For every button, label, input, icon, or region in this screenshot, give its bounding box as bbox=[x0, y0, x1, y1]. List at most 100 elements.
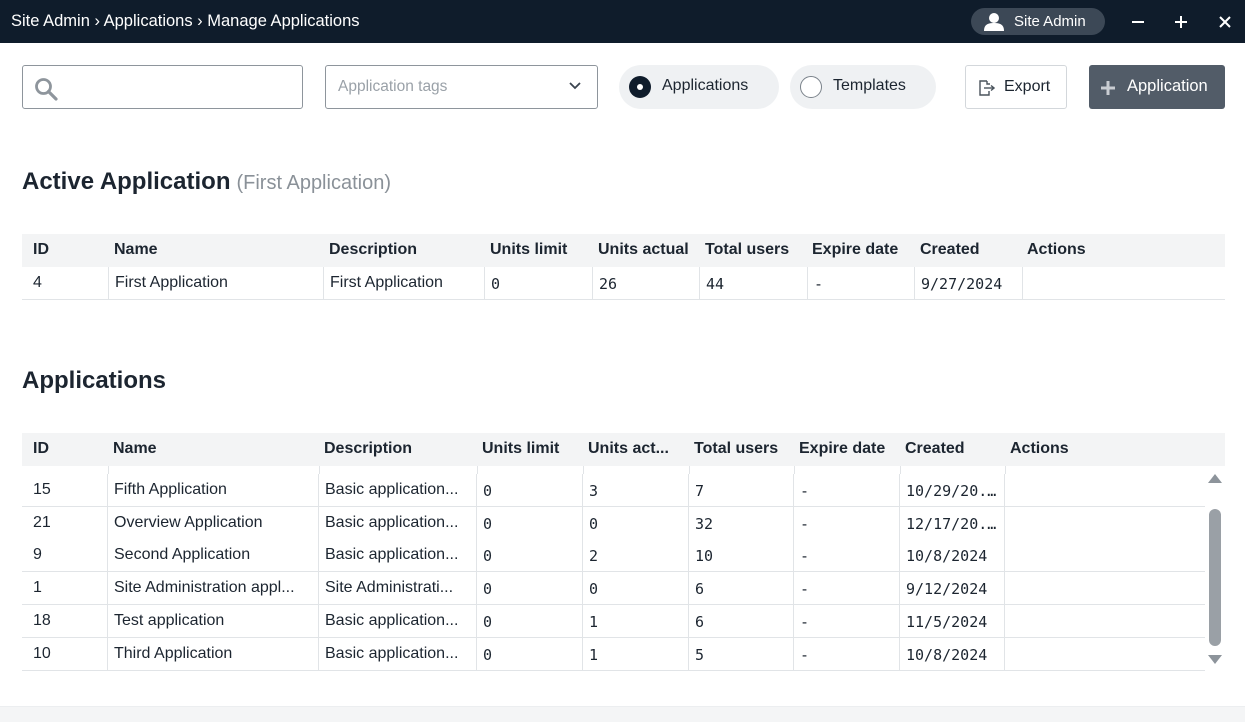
cell-id: 18 bbox=[33, 612, 51, 629]
cell-actions[interactable] bbox=[1004, 605, 1205, 637]
cell-actions[interactable] bbox=[1004, 474, 1205, 506]
table-row[interactable]: 18 Test application Basic application... 0 1… bbox=[22, 605, 1205, 638]
cell-created: 12/17/20... bbox=[899, 507, 1004, 539]
applications-table-header: ID Name Description Units limit Units ac… bbox=[22, 433, 1225, 466]
minimize-icon bbox=[1132, 21, 1144, 23]
column-header[interactable]: Expire date bbox=[812, 241, 898, 259]
radio-applications[interactable]: Applications bbox=[619, 65, 779, 109]
search-icon bbox=[35, 78, 58, 101]
column-header[interactable]: Total users bbox=[705, 241, 789, 259]
cell-name: Third Application bbox=[107, 638, 318, 670]
table-row[interactable]: 21 Overview Application Basic application.… bbox=[22, 507, 1205, 540]
cell-total-users: 32 bbox=[688, 507, 793, 539]
search-input[interactable] bbox=[71, 72, 296, 102]
user-icon bbox=[984, 13, 1004, 31]
cell-expire-date: - bbox=[793, 539, 899, 571]
cell-actions[interactable] bbox=[1004, 539, 1205, 571]
user-menu-button[interactable]: Site Admin bbox=[971, 8, 1105, 35]
close-button[interactable] bbox=[1212, 9, 1238, 35]
minimize-button[interactable] bbox=[1125, 9, 1151, 35]
table-row[interactable]: 4 First Application First Application 0 … bbox=[22, 267, 1225, 300]
column-header[interactable]: Units actual bbox=[598, 241, 689, 259]
column-header[interactable]: Description bbox=[324, 440, 412, 458]
column-header[interactable]: Created bbox=[905, 440, 965, 458]
close-icon bbox=[1219, 16, 1231, 28]
cell-units-actual: 0 bbox=[582, 572, 688, 604]
table-row[interactable]: 9 Second Application Basic application... 0… bbox=[22, 539, 1205, 572]
active-table-header: ID Name Description Units limit Units ac… bbox=[22, 234, 1225, 267]
cell-expire-date: - bbox=[793, 474, 899, 506]
cell-name: Test application bbox=[107, 605, 318, 637]
cell-units-limit: 0 bbox=[476, 474, 582, 506]
cell-created: 9/27/2024 bbox=[914, 267, 1022, 299]
cell-name: Fifth Application bbox=[107, 474, 318, 506]
radio-templates-label: Templates bbox=[833, 77, 906, 94]
cell-units-limit: 0 bbox=[476, 507, 582, 539]
column-header[interactable]: Units limit bbox=[490, 241, 567, 259]
column-header[interactable]: Name bbox=[113, 440, 157, 458]
active-application-title: Active Application bbox=[22, 168, 231, 195]
cell-units-limit: 0 bbox=[476, 539, 582, 571]
cell-total-users: 5 bbox=[688, 638, 793, 670]
breadcrumb: Site Admin › Applications › Manage Appli… bbox=[11, 12, 360, 30]
add-application-label: Application bbox=[1127, 77, 1208, 95]
cell-units-limit: 0 bbox=[476, 638, 582, 670]
scroll-up-arrow-icon[interactable] bbox=[1208, 474, 1222, 483]
applications-heading: Applications bbox=[22, 367, 167, 394]
column-header[interactable]: Name bbox=[114, 241, 158, 259]
cell-created: 9/12/2024 bbox=[899, 572, 1004, 604]
cell-id: 9 bbox=[33, 546, 42, 563]
add-application-button[interactable]: Application bbox=[1089, 65, 1225, 109]
table-row[interactable]: 10 Third Application Basic application... 0… bbox=[22, 638, 1205, 671]
radio-selected-icon bbox=[629, 76, 651, 98]
cell-actions[interactable] bbox=[1022, 267, 1225, 299]
active-application-subtitle: (First Application) bbox=[236, 172, 391, 194]
column-header[interactable]: Total users bbox=[694, 440, 778, 458]
column-header[interactable]: Created bbox=[920, 241, 980, 259]
cell-actions[interactable] bbox=[1004, 572, 1205, 604]
maximize-button[interactable] bbox=[1168, 9, 1194, 35]
application-tags-dropdown[interactable]: Application tags bbox=[325, 65, 598, 109]
radio-templates[interactable]: Templates bbox=[790, 65, 936, 109]
cell-total-users: 6 bbox=[688, 605, 793, 637]
tags-placeholder: Application tags bbox=[338, 78, 448, 95]
cell-actions[interactable] bbox=[1004, 507, 1205, 539]
cell-total-users: 10 bbox=[688, 539, 793, 571]
column-header[interactable]: ID bbox=[33, 440, 49, 458]
scrollbar-thumb[interactable] bbox=[1209, 509, 1221, 646]
cell-total-users: 6 bbox=[688, 572, 793, 604]
cell-created: 10/8/2024 bbox=[899, 539, 1004, 571]
cell-id: 4 bbox=[33, 274, 42, 291]
cell-created: 10/29/20... bbox=[899, 474, 1004, 506]
cell-description: Site Administrati... bbox=[318, 572, 476, 604]
table-row[interactable]: 15 Fifth Application Basic application... 0… bbox=[22, 474, 1205, 507]
column-header[interactable]: Actions bbox=[1027, 241, 1086, 259]
cell-expire-date: - bbox=[793, 572, 899, 604]
plus-icon bbox=[1101, 81, 1115, 95]
cell-units-actual: 1 bbox=[582, 605, 688, 637]
cell-units-actual: 1 bbox=[582, 638, 688, 670]
cell-units-limit: 0 bbox=[484, 267, 592, 299]
cell-description: Basic application... bbox=[318, 605, 476, 637]
column-header[interactable]: Actions bbox=[1010, 440, 1069, 458]
scroll-down-arrow-icon[interactable] bbox=[1208, 655, 1222, 664]
column-header[interactable]: Units act... bbox=[588, 440, 669, 458]
cell-id: 1 bbox=[33, 579, 42, 596]
radio-applications-label: Applications bbox=[662, 77, 749, 94]
cell-expire-date: - bbox=[793, 507, 899, 539]
cell-units-actual: 3 bbox=[582, 474, 688, 506]
column-header[interactable]: ID bbox=[33, 241, 49, 259]
cell-actions[interactable] bbox=[1004, 638, 1205, 670]
cell-units-limit: 0 bbox=[476, 605, 582, 637]
export-button[interactable]: Export bbox=[965, 65, 1067, 109]
cell-units-actual: 2 bbox=[582, 539, 688, 571]
table-row[interactable]: 1 Site Administration appl... Site Adminis… bbox=[22, 572, 1205, 605]
search-box[interactable] bbox=[22, 65, 303, 109]
export-icon bbox=[979, 80, 995, 96]
cell-id: 21 bbox=[33, 514, 51, 531]
column-header[interactable]: Description bbox=[329, 241, 417, 259]
cell-description: Basic application... bbox=[318, 507, 476, 539]
column-header[interactable]: Expire date bbox=[799, 440, 885, 458]
title-bar: Site Admin › Applications › Manage Appli… bbox=[0, 0, 1245, 43]
column-header[interactable]: Units limit bbox=[482, 440, 559, 458]
